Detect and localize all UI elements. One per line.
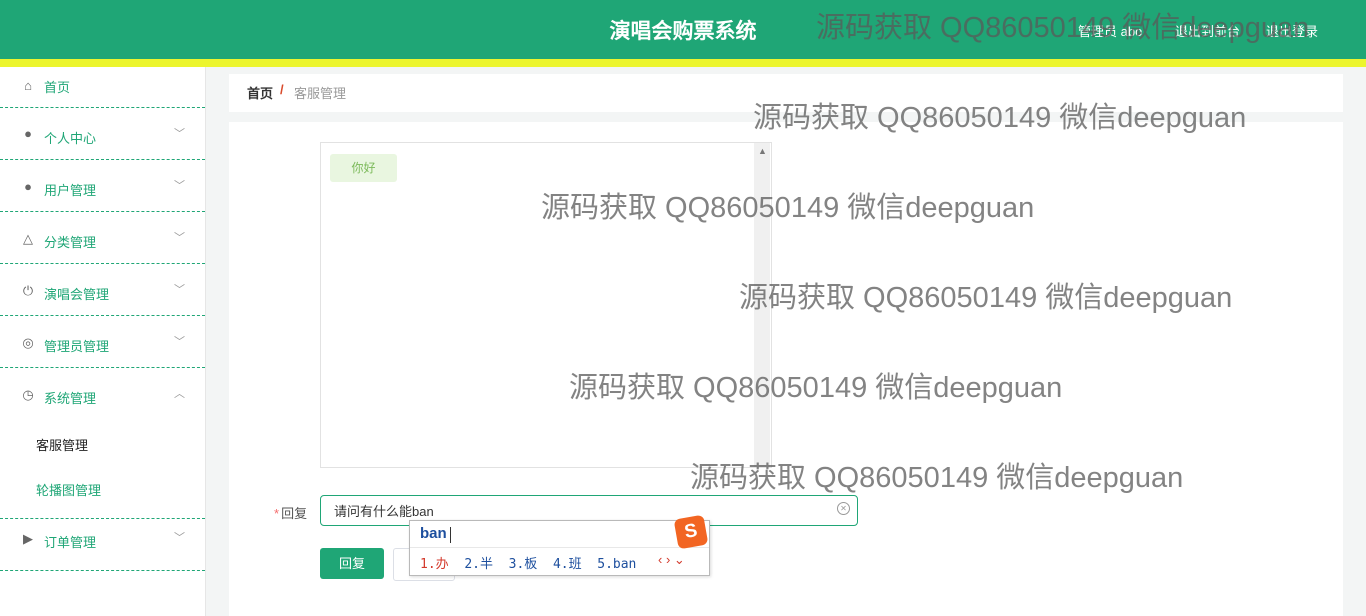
sidebar-subitem-customer-service[interactable]: 客服管理	[36, 435, 88, 454]
sidebar-item-orders[interactable]: ▶ 订单管理 ﹀	[0, 519, 205, 571]
chevron-down-icon: ﹀	[174, 284, 185, 296]
watermark: 源码获取 QQ86050149 微信deepguan	[569, 372, 1063, 404]
sidebar-item-home[interactable]: ⌂ 首页	[0, 67, 205, 108]
ime-composition: ban	[420, 525, 447, 542]
ime-nav-icons[interactable]: ‹ › ⌄	[658, 552, 685, 568]
ime-caret	[450, 527, 451, 543]
user-icon: ●	[24, 126, 32, 141]
sidebar-item-users[interactable]: ● 用户管理 ﹀	[0, 160, 205, 212]
chat-message: 你好	[330, 154, 397, 182]
sidebar-item-label: 系统管理	[44, 391, 97, 406]
chevron-down-icon: ﹀	[174, 180, 185, 192]
sidebar-item-concerts[interactable]: ⏻ 演唱会管理 ﹀	[0, 264, 205, 316]
chevron-down-icon: ﹀	[174, 336, 185, 348]
sidebar-item-label: 首页	[44, 80, 71, 95]
reply-button[interactable]: 回复	[320, 548, 384, 579]
chevron-down-icon: ﹀	[174, 128, 185, 140]
ime-candidate[interactable]: 4.班	[553, 557, 582, 572]
watermark: 源码获取 QQ86050149 微信deepguan	[753, 102, 1247, 134]
accent-bar	[0, 59, 1366, 67]
reply-label-text: 回复	[281, 506, 308, 521]
watermark: 源码获取 QQ86050149 微信deepguan	[816, 12, 1310, 44]
ime-candidate[interactable]: 1.办	[420, 557, 449, 572]
sidebar-item-label: 订单管理	[44, 535, 97, 550]
sidebar-item-label: 演唱会管理	[44, 287, 110, 302]
sidebar-item-admins[interactable]: ◎ 管理员管理 ﹀	[0, 316, 205, 368]
ime-candidates: 1.办 2.半 3.板 4.班 5.ban	[420, 553, 636, 572]
reply-label: * 回复	[274, 503, 307, 522]
sidebar-item-system[interactable]: ◷ 系统管理 ︿ 客服管理 轮播图管理	[0, 368, 205, 519]
sidebar-item-label: 个人中心	[44, 131, 97, 146]
ime-candidate-window[interactable]: ban 1.办 2.半 3.板 4.班 5.ban ‹ › ⌄ S	[409, 514, 710, 576]
sidebar-item-label: 分类管理	[44, 235, 97, 250]
ime-divider	[410, 547, 709, 548]
sidebar-subitem-carousel[interactable]: 轮播图管理	[36, 480, 101, 499]
sidebar-item-label: 管理员管理	[44, 339, 110, 354]
ime-candidate[interactable]: 5.ban	[597, 557, 636, 572]
clock-icon: ◷	[22, 387, 34, 402]
clear-icon[interactable]: ✕	[837, 502, 850, 515]
sidebar-item-categories[interactable]: △ 分类管理 ﹀	[0, 212, 205, 264]
ime-candidate[interactable]: 2.半	[464, 557, 493, 572]
sidebar: ⌂ 首页 ● 个人中心 ﹀ ● 用户管理 ﹀ △ 分类管理 ﹀ ⏻ 演唱会管理 …	[0, 67, 206, 616]
chevron-down-icon: ﹀	[174, 532, 185, 544]
sidebar-item-personal[interactable]: ● 个人中心 ﹀	[0, 108, 205, 160]
breadcrumb-current: 客服管理	[294, 86, 347, 101]
sogou-logo-icon: S	[673, 514, 709, 550]
watermark: 源码获取 QQ86050149 微信deepguan	[690, 462, 1184, 494]
ticket-icon: ▶	[23, 531, 33, 546]
home-icon: ⌂	[24, 78, 32, 93]
breadcrumb-home[interactable]: 首页	[247, 83, 273, 102]
watermark: 源码获取 QQ86050149 微信deepguan	[739, 282, 1233, 314]
chevron-up-icon: ︿	[174, 388, 185, 400]
required-mark: *	[274, 506, 280, 521]
reply-input[interactable]	[334, 501, 824, 519]
breadcrumb-separator: /	[280, 82, 284, 97]
watermark: 源码获取 QQ86050149 微信deepguan	[541, 192, 1035, 224]
chevron-down-icon: ﹀	[174, 232, 185, 244]
scroll-up-icon[interactable]: ▲	[758, 146, 767, 156]
sidebar-item-label: 用户管理	[44, 183, 97, 198]
bell-off-icon: △	[23, 231, 33, 246]
ime-candidate[interactable]: 3.板	[509, 557, 538, 572]
power-icon: ⏻	[22, 283, 34, 298]
gauge-icon: ◎	[22, 335, 34, 350]
bulb-icon: ●	[24, 179, 32, 194]
